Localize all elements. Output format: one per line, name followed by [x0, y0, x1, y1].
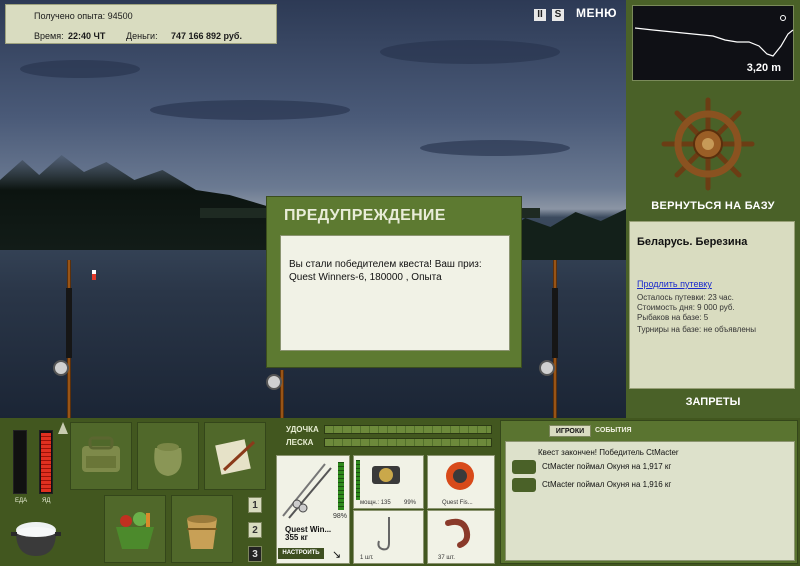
chat-message: CtMacter поймал Окуня на 1,917 кг — [542, 462, 672, 471]
cloud — [380, 40, 560, 64]
rod-grip — [552, 288, 558, 358]
rod-condition: 98% — [333, 513, 348, 520]
reel-icon — [266, 374, 282, 390]
xp-label: Получено опыта: — [34, 11, 106, 21]
rod-grip — [66, 288, 72, 358]
line-tension-bar — [324, 438, 492, 447]
worm-icon — [445, 518, 471, 548]
time-label: Время: — [34, 31, 64, 41]
inventory-page-1-button[interactable]: 1 — [248, 497, 262, 513]
extend-permit-link[interactable]: Продлить путевку — [637, 279, 712, 289]
xp-row: Получено опыта: 94500 — [34, 11, 133, 21]
money-value: 747 166 892 руб. — [171, 31, 242, 41]
food-label: ЕДА — [15, 498, 28, 504]
fish-icon — [512, 460, 536, 474]
tackle-bag-slot[interactable] — [70, 422, 132, 490]
line-slot[interactable]: Quest Fis... — [427, 455, 495, 509]
line-spool-icon — [446, 462, 474, 490]
bobber-icon — [92, 270, 96, 280]
rods-icon — [282, 463, 332, 519]
return-to-base-button[interactable]: ВЕРНУТЬСЯ НА БАЗУ — [626, 200, 800, 212]
rod-tension-bar — [324, 425, 492, 434]
hook-icon — [377, 517, 390, 551]
chat-message: CtMacter поймал Окуня на 1,916 кг — [542, 480, 672, 489]
bait-count: 37 шт. — [438, 555, 455, 561]
ship-wheel-icon[interactable] — [660, 96, 756, 192]
fishing-rod-1[interactable] — [53, 260, 72, 418]
hook-count: 1 шт. — [360, 555, 374, 561]
bucket-slot[interactable] — [171, 495, 233, 563]
location-name: Беларусь. Березина — [637, 236, 748, 248]
time-value: 22:40 ЧТ — [68, 31, 106, 41]
chat-panel: ИГРОКИ СОБЫТИЯ Квест закончен! Победител… — [500, 420, 798, 564]
dialog-title: ПРЕДУПРЕЖДЕНИЕ — [284, 207, 446, 224]
xp-value: 94500 — [107, 11, 133, 21]
player-info-panel: Получено опыта: 94500 Время: 22:40 ЧТ Де… — [5, 4, 277, 44]
sack-icon — [138, 423, 198, 489]
reel-slot[interactable]: мощн.: 135 99% — [353, 455, 424, 509]
bag-icon — [71, 423, 131, 489]
rod-condition-bar — [338, 462, 344, 510]
depth-meter: 3,20 m — [632, 5, 794, 81]
tab-events[interactable]: СОБЫТИЯ — [595, 425, 632, 437]
menu-button[interactable]: МЕНЮ — [576, 6, 617, 20]
sound-icon[interactable]: S — [552, 9, 564, 21]
day-cost: Стоимость дня: 9 000 руб. — [637, 303, 735, 312]
poison-gauge-fill — [41, 433, 51, 492]
forest — [0, 155, 280, 250]
fishing-rod-3[interactable] — [539, 260, 558, 418]
cloud — [420, 140, 570, 156]
food-basket-slot[interactable] — [104, 495, 166, 563]
hook-slot[interactable]: 1 шт. — [353, 510, 424, 564]
rod-weight: 355 кг — [285, 533, 308, 542]
chat-message: Квест закончен! Победитель CtMacter — [538, 448, 679, 457]
bait-slot[interactable]: 37 шт. — [427, 510, 495, 564]
permit-remaining: Осталось путевки: 23 час. — [637, 293, 734, 302]
bans-button[interactable]: ЗАПРЕТЫ — [626, 396, 800, 408]
inventory-page-3-button[interactable]: 3 — [248, 546, 262, 562]
poison-gauge — [39, 430, 53, 494]
rod-label: УДОЧКА — [286, 425, 319, 434]
arrow-diagonal-icon[interactable]: ↘ — [332, 548, 341, 561]
reel-condition: 99% — [404, 500, 417, 506]
money-label: Деньги: — [126, 31, 158, 41]
fish-icon — [512, 478, 536, 492]
line-name: Quest Fis... — [442, 500, 473, 506]
pause-icon[interactable]: II — [534, 9, 546, 21]
depth-value: 3,20 m — [746, 62, 781, 74]
base-info-panel: Беларусь. Березина Продлить путевку Оста… — [629, 221, 795, 389]
chat-message-list[interactable]: Квест закончен! Победитель CtMacter CtMa… — [505, 441, 795, 561]
tab-players[interactable]: ИГРОКИ — [549, 425, 591, 437]
notebook-icon — [205, 423, 265, 489]
fishing-rod-2[interactable] — [266, 370, 284, 418]
inventory-page-2-button[interactable]: 2 — [248, 522, 262, 538]
bucket-icon — [172, 496, 232, 562]
poison-label: ЯД — [42, 498, 51, 504]
arrow-up-icon — [58, 422, 68, 434]
tournaments-status: Турниры на базе: не объявлены — [637, 325, 756, 334]
reel-icon — [372, 466, 400, 484]
line-label: ЛЕСКА — [286, 438, 314, 447]
cloud — [20, 60, 140, 78]
configure-button[interactable]: НАСТРОИТЬ — [278, 548, 324, 559]
dialog-message: Вы стали победителем квеста! Ваш приз: Q… — [280, 235, 510, 351]
reel-condition-bar — [356, 460, 360, 500]
cooking-pot-icon[interactable] — [10, 512, 62, 560]
notebook-slot[interactable] — [204, 422, 266, 490]
reel-icon — [53, 360, 69, 376]
reel-info: мощн.: 135 — [360, 500, 391, 506]
anglers-count: Рыбаков на базе: 5 — [637, 313, 709, 322]
warning-dialog[interactable]: ПРЕДУПРЕЖДЕНИЕ Вы стали победителем квес… — [266, 196, 522, 368]
food-gauge — [13, 430, 27, 494]
cloud — [150, 100, 350, 120]
reel-icon — [539, 360, 555, 376]
basket-icon — [105, 496, 165, 562]
sack-slot[interactable] — [137, 422, 199, 490]
